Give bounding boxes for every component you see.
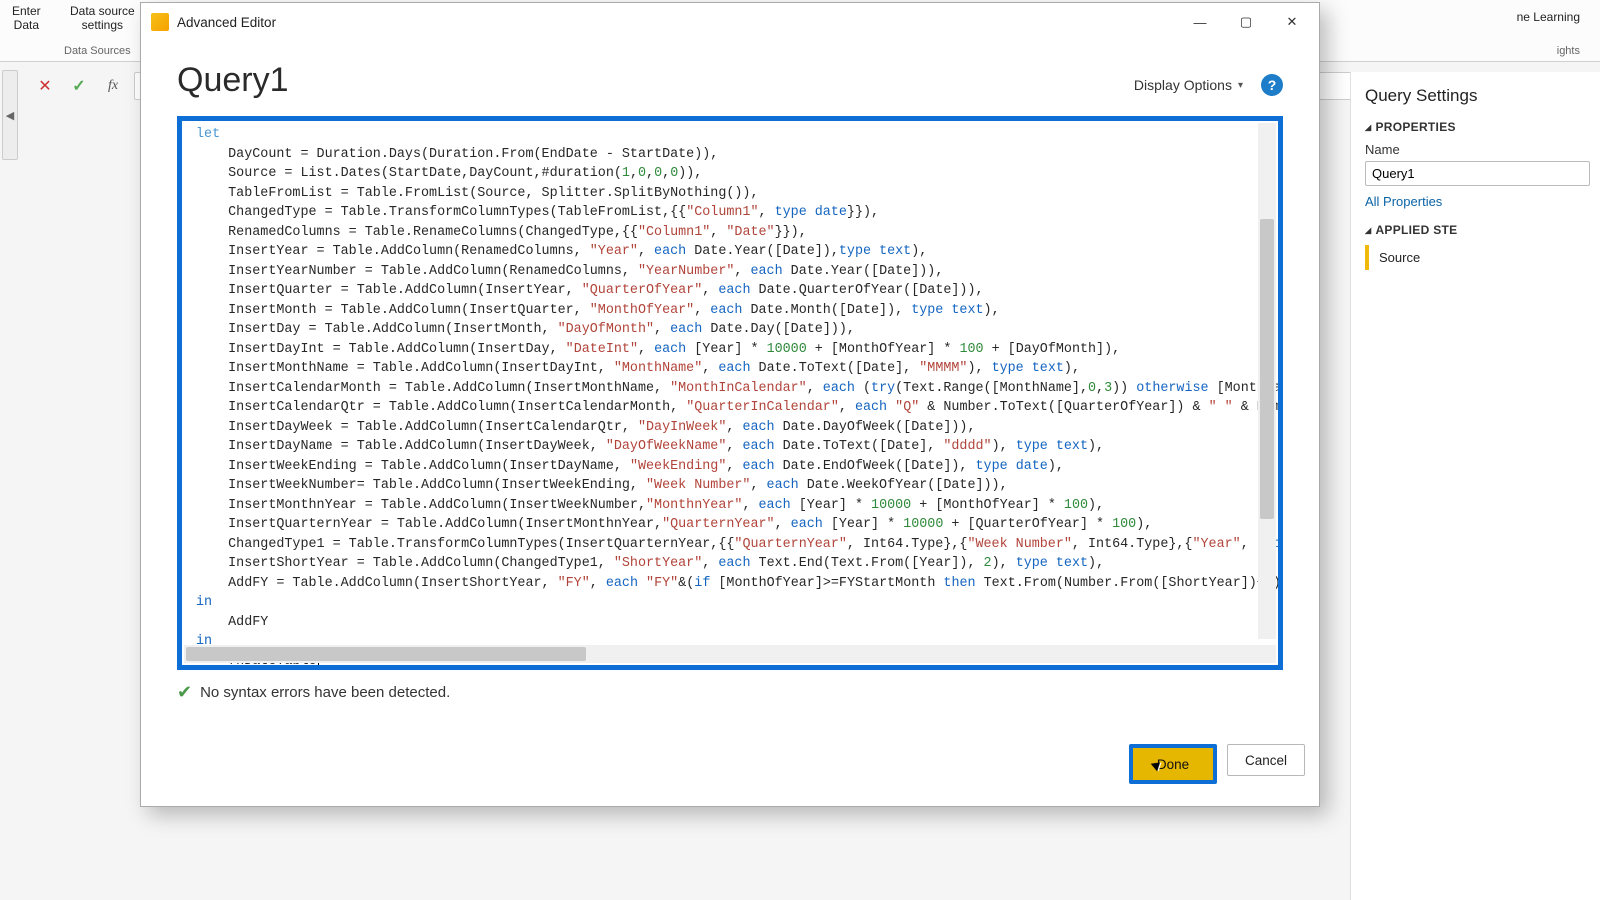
ribbon-ml[interactable]: ne Learning [1517, 10, 1580, 24]
ribbon-insights-label: ights [1557, 44, 1580, 58]
code-editor[interactable]: let DayCount = Duration.Days(Duration.Fr… [182, 121, 1278, 665]
code-editor-frame: let DayCount = Duration.Days(Duration.Fr… [177, 116, 1283, 670]
horizontal-scrollbar[interactable] [184, 645, 1276, 663]
query-settings-pane: Query Settings PROPERTIES Name All Prope… [1350, 72, 1600, 900]
ribbon-enter-data[interactable]: EnterData [12, 4, 41, 32]
display-options-dropdown[interactable]: Display Options ▾ [1134, 77, 1243, 93]
formula-commit-icon[interactable]: ✓ [66, 73, 92, 99]
collapse-left-pane[interactable]: ◀ [2, 70, 18, 160]
properties-header[interactable]: PROPERTIES [1365, 120, 1590, 134]
query-name-input[interactable] [1365, 161, 1590, 186]
done-button[interactable]: Done [1129, 744, 1217, 784]
chevron-down-icon: ▾ [1238, 80, 1243, 91]
fx-icon[interactable]: fx [100, 73, 126, 99]
display-options-label: Display Options [1134, 77, 1232, 93]
help-icon[interactable]: ? [1261, 74, 1283, 96]
all-properties-link[interactable]: All Properties [1365, 194, 1590, 209]
formula-cancel-icon[interactable]: ✕ [32, 73, 58, 99]
cancel-button[interactable]: Cancel [1227, 744, 1305, 776]
query-settings-title: Query Settings [1365, 86, 1590, 106]
minimize-button[interactable]: — [1177, 5, 1223, 39]
maximize-button[interactable]: ▢ [1223, 5, 1269, 39]
titlebar: Advanced Editor — ▢ ✕ [141, 3, 1319, 41]
titlebar-text: Advanced Editor [177, 15, 1177, 30]
name-label: Name [1365, 142, 1590, 157]
vertical-scrollbar[interactable] [1258, 123, 1276, 639]
applied-step-source[interactable]: Source [1365, 245, 1590, 270]
syntax-status: ✔ No syntax errors have been detected. [177, 682, 1283, 703]
query-title: Query1 [177, 61, 289, 100]
syntax-status-text: No syntax errors have been detected. [200, 684, 450, 701]
ribbon-group-label: Data Sources [64, 44, 131, 58]
advanced-editor-dialog: Advanced Editor — ▢ ✕ Query1 Display Opt… [140, 2, 1320, 807]
ribbon-source-settings[interactable]: Data sourcesettings [70, 4, 135, 32]
applied-steps-header[interactable]: APPLIED STE [1365, 223, 1590, 237]
close-button[interactable]: ✕ [1269, 5, 1315, 39]
check-icon: ✔ [177, 682, 192, 703]
powerbi-icon [151, 13, 169, 31]
